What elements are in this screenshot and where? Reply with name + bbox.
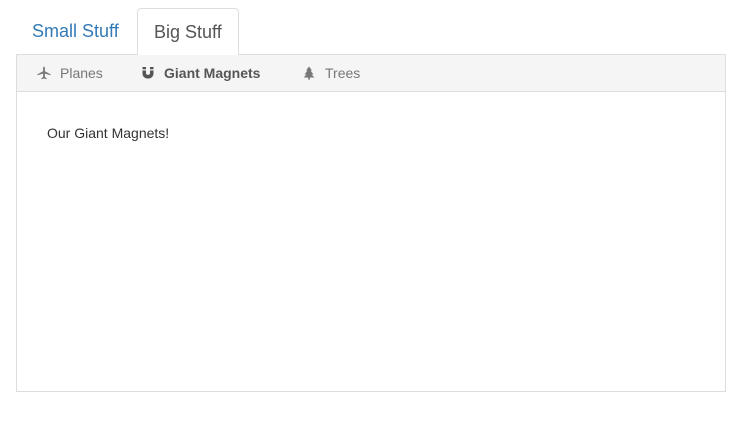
page: Small Stuff Big Stuff Planes Giant Magne… <box>0 0 749 428</box>
subnav-item-label: Planes <box>60 65 103 81</box>
tab-big-stuff[interactable]: Big Stuff <box>137 8 239 55</box>
tab-panel: Planes Giant Magnets Trees Our Giant Mag… <box>16 54 726 392</box>
subnav-item-trees[interactable]: Trees <box>302 55 360 91</box>
subnav-item-planes[interactable]: Planes <box>37 55 103 91</box>
tab-content-text: Our Giant Magnets! <box>47 125 170 141</box>
tab-small-stuff[interactable]: Small Stuff <box>16 8 135 54</box>
subnav-item-label: Giant Magnets <box>164 65 261 81</box>
subnav-item-label: Trees <box>325 65 361 81</box>
subnav-item-giant-magnets[interactable]: Giant Magnets <box>141 55 260 91</box>
tree-icon <box>302 66 316 80</box>
subnav: Planes Giant Magnets Trees <box>17 55 725 92</box>
plane-icon <box>37 66 51 80</box>
magnet-icon <box>141 66 155 80</box>
top-tabs: Small Stuff Big Stuff <box>16 8 726 55</box>
